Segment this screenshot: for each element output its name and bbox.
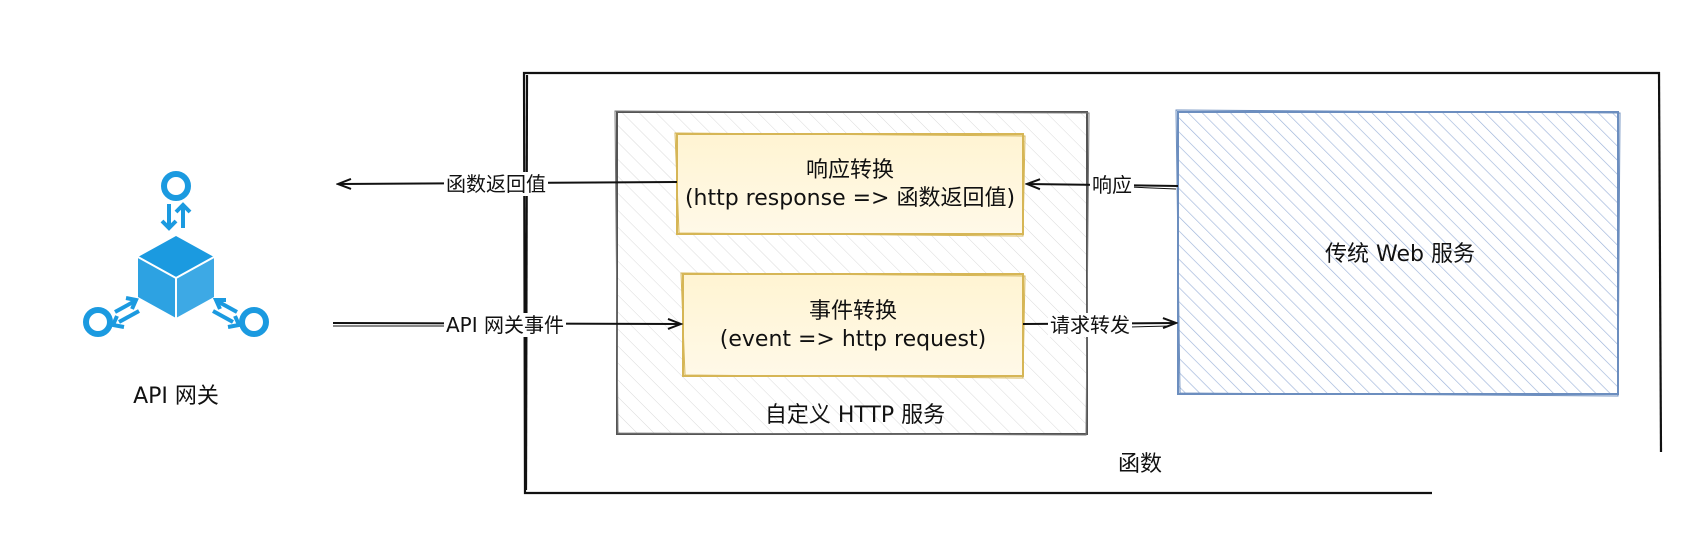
edge-label-forward-request: 请求转发 <box>1048 313 1132 337</box>
response-transform-title: 响应转换 <box>805 158 894 183</box>
web-service-label: 传统 Web 服务 <box>1325 242 1475 267</box>
gateway-label: API 网关 <box>133 384 219 409</box>
edge-label-response: 响应 <box>1090 173 1134 197</box>
api-gateway-icon <box>83 171 269 337</box>
response-transform-subtitle: (http response => 函数返回值) <box>684 186 1016 211</box>
event-transform-title: 事件转换 <box>808 299 897 324</box>
diagram-canvas <box>83 71 1663 495</box>
event-transform-subtitle: (event => http request) <box>719 327 987 352</box>
function-container-label: 函数 <box>1117 452 1162 477</box>
edge-label-gateway-event: API 网关事件 <box>444 313 566 337</box>
event-transform-box <box>680 272 1026 379</box>
custom-http-service-label: 自定义 HTTP 服务 <box>764 403 946 428</box>
edge-label-return-value: 函数返回值 <box>444 172 548 196</box>
response-transform-box <box>674 132 1026 237</box>
